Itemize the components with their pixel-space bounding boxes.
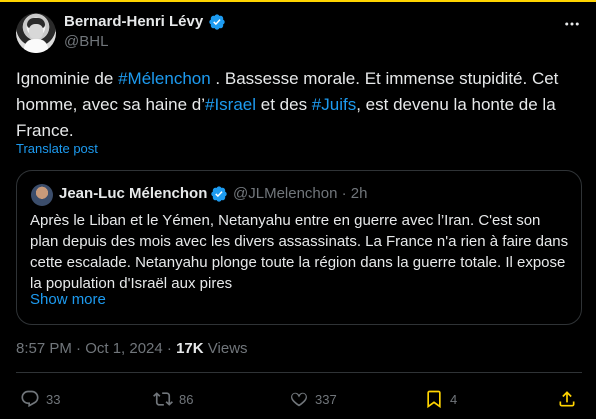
meta-separator: ·: [162, 340, 177, 357]
hashtag-juifs[interactable]: #Juifs: [312, 95, 356, 114]
views-label: Views: [203, 340, 248, 357]
repost-count: 86: [179, 391, 194, 407]
top-accent-stripe: [0, 0, 596, 2]
post-meta: 8:57 PM · Oct 1, 2024 · 17K Views: [16, 340, 248, 357]
quoted-author-avatar: [31, 184, 53, 206]
views-count: 17K: [176, 340, 204, 357]
repost-button[interactable]: 86: [153, 388, 193, 410]
quoted-author-name: Jean-Luc Mélenchon: [59, 185, 208, 202]
more-icon[interactable]: [560, 12, 584, 36]
like-count: 337: [315, 391, 337, 407]
hashtag-israel[interactable]: #Israel: [205, 95, 256, 114]
verified-icon: [209, 14, 225, 30]
divider: [16, 372, 582, 373]
reply-icon: [21, 390, 39, 408]
repost-icon: [153, 392, 173, 406]
quoted-post[interactable]: Jean-Luc Mélenchon @JLMelenchon · 2h Apr…: [16, 170, 582, 325]
like-button[interactable]: 337: [289, 388, 337, 410]
like-icon: [291, 392, 307, 407]
show-more-link[interactable]: Show more: [30, 291, 106, 308]
post-timestamp[interactable]: 8:57 PM · Oct 1, 2024: [16, 340, 163, 357]
reply-count: 33: [46, 391, 61, 407]
share-button[interactable]: [557, 388, 577, 410]
author-name[interactable]: Bernard-Henri Lévy: [64, 13, 203, 30]
translate-post-link[interactable]: Translate post: [16, 141, 98, 156]
author-avatar[interactable]: [16, 13, 56, 53]
tweet-text: Ignominie de #Mélenchon . Bassesse moral…: [16, 66, 581, 144]
bookmark-button[interactable]: 4: [424, 388, 457, 410]
author-handle[interactable]: @BHL: [64, 33, 108, 50]
reply-button[interactable]: 33: [20, 388, 60, 410]
share-icon: [559, 391, 575, 407]
tweet-text-segment: Ignominie de: [16, 69, 119, 88]
hashtag-melenchon[interactable]: #Mélenchon: [118, 69, 211, 88]
tweet-text-segment: et des: [256, 95, 312, 114]
bookmark-icon: [427, 390, 441, 409]
quoted-post-text: Après le Liban et le Yémen, Netanyahu en…: [30, 212, 569, 292]
bookmark-count: 4: [450, 391, 458, 407]
quoted-author-handle: @JLMelenchon · 2h: [233, 185, 368, 202]
verified-icon: [211, 186, 227, 202]
